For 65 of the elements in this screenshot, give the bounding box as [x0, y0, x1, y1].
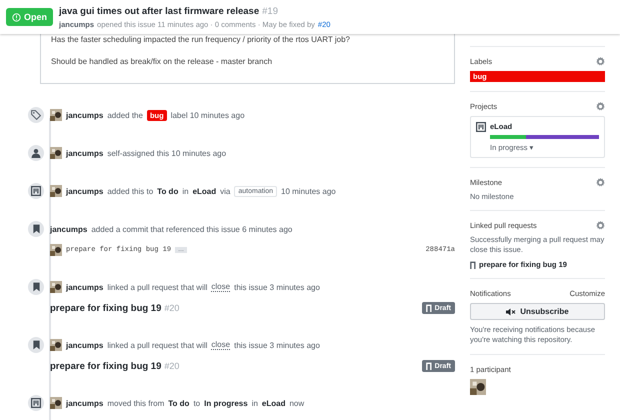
pull-request-icon: [426, 304, 433, 312]
avatar-icon: [50, 244, 62, 256]
author-link[interactable]: jancumps: [50, 224, 88, 234]
pull-request-number: #20: [164, 302, 180, 312]
settings-icon[interactable]: [596, 178, 605, 187]
author-link[interactable]: jancumps: [66, 398, 104, 408]
pull-request-title[interactable]: prepare for fixing bug 19: [50, 360, 162, 372]
comment-text: Should be handled as break/fix on the release - master branch: [51, 57, 272, 66]
author-link[interactable]: jancumps: [66, 186, 104, 196]
event-text: self-assigned this 10 minutes ago: [107, 148, 226, 158]
event-text: via: [220, 186, 230, 196]
project-link[interactable]: To do: [157, 186, 178, 196]
avatar-icon: [50, 397, 62, 409]
project-link[interactable]: eLoad: [192, 186, 216, 196]
author-link[interactable]: jancumps: [66, 282, 104, 292]
project-icon: [476, 122, 486, 132]
pull-request-icon: [426, 362, 433, 370]
person-icon: [31, 148, 41, 158]
event-text: added the: [107, 110, 143, 120]
settings-icon[interactable]: [596, 57, 605, 66]
avatar-icon: [50, 339, 62, 351]
mute-icon: [506, 308, 516, 316]
event-text: this issue 3 minutes ago: [234, 282, 320, 292]
avatar-icon[interactable]: [470, 379, 486, 395]
alert-icon: [12, 12, 21, 22]
tag-icon: [31, 110, 41, 120]
event-text: added this to: [107, 186, 154, 196]
close-keyword: close: [211, 340, 230, 350]
event-text: label 10 minutes ago: [170, 110, 245, 120]
event-text: added a commit that referenced this issue 6 minutes ago: [91, 224, 292, 234]
event-text: 10 minutes ago: [281, 186, 336, 196]
open-badge: Open: [6, 8, 54, 26]
project-icon: [31, 398, 41, 408]
bookmark-icon: [32, 340, 40, 350]
author-link[interactable]: jancumps: [66, 148, 104, 158]
issue-title: java gui times out after last firmware release: [59, 6, 260, 16]
author-link[interactable]: jancumps: [66, 340, 104, 350]
event-text: now: [289, 398, 304, 408]
close-keyword: close: [211, 282, 230, 292]
pull-request-title[interactable]: prepare for fixing bug 19: [50, 302, 162, 314]
event-text: linked a pull request that will: [107, 282, 208, 292]
event-text: in: [252, 398, 258, 408]
comment-text: Has the faster scheduling impacted the run frequency / priority of the rtos UART job?: [51, 35, 350, 44]
unsubscribe-button[interactable]: Unsubscribe: [470, 303, 605, 320]
settings-icon[interactable]: [596, 221, 605, 230]
settings-icon[interactable]: [596, 102, 605, 111]
event-text: moved this from: [107, 398, 164, 408]
project-icon: [31, 186, 41, 196]
pull-request-number: #20: [164, 360, 180, 370]
issue-number: #19: [262, 6, 278, 16]
project-link[interactable]: To do: [168, 398, 190, 408]
avatar-icon: [50, 109, 62, 121]
avatar-icon: [50, 185, 62, 197]
project-link[interactable]: In progress: [204, 398, 248, 408]
avatar-icon: [50, 147, 62, 159]
bookmark-icon: [32, 224, 40, 234]
project-link[interactable]: eLoad: [262, 398, 286, 408]
author-link[interactable]: jancumps: [66, 110, 104, 120]
event-text: linked a pull request that will: [107, 340, 208, 350]
event-text: to: [193, 398, 200, 408]
event-text: this issue 3 minutes ago: [234, 340, 320, 350]
pull-request-icon: [470, 260, 477, 268]
bookmark-icon: [32, 282, 40, 292]
event-text: in: [182, 186, 189, 196]
avatar-icon: [50, 281, 62, 293]
